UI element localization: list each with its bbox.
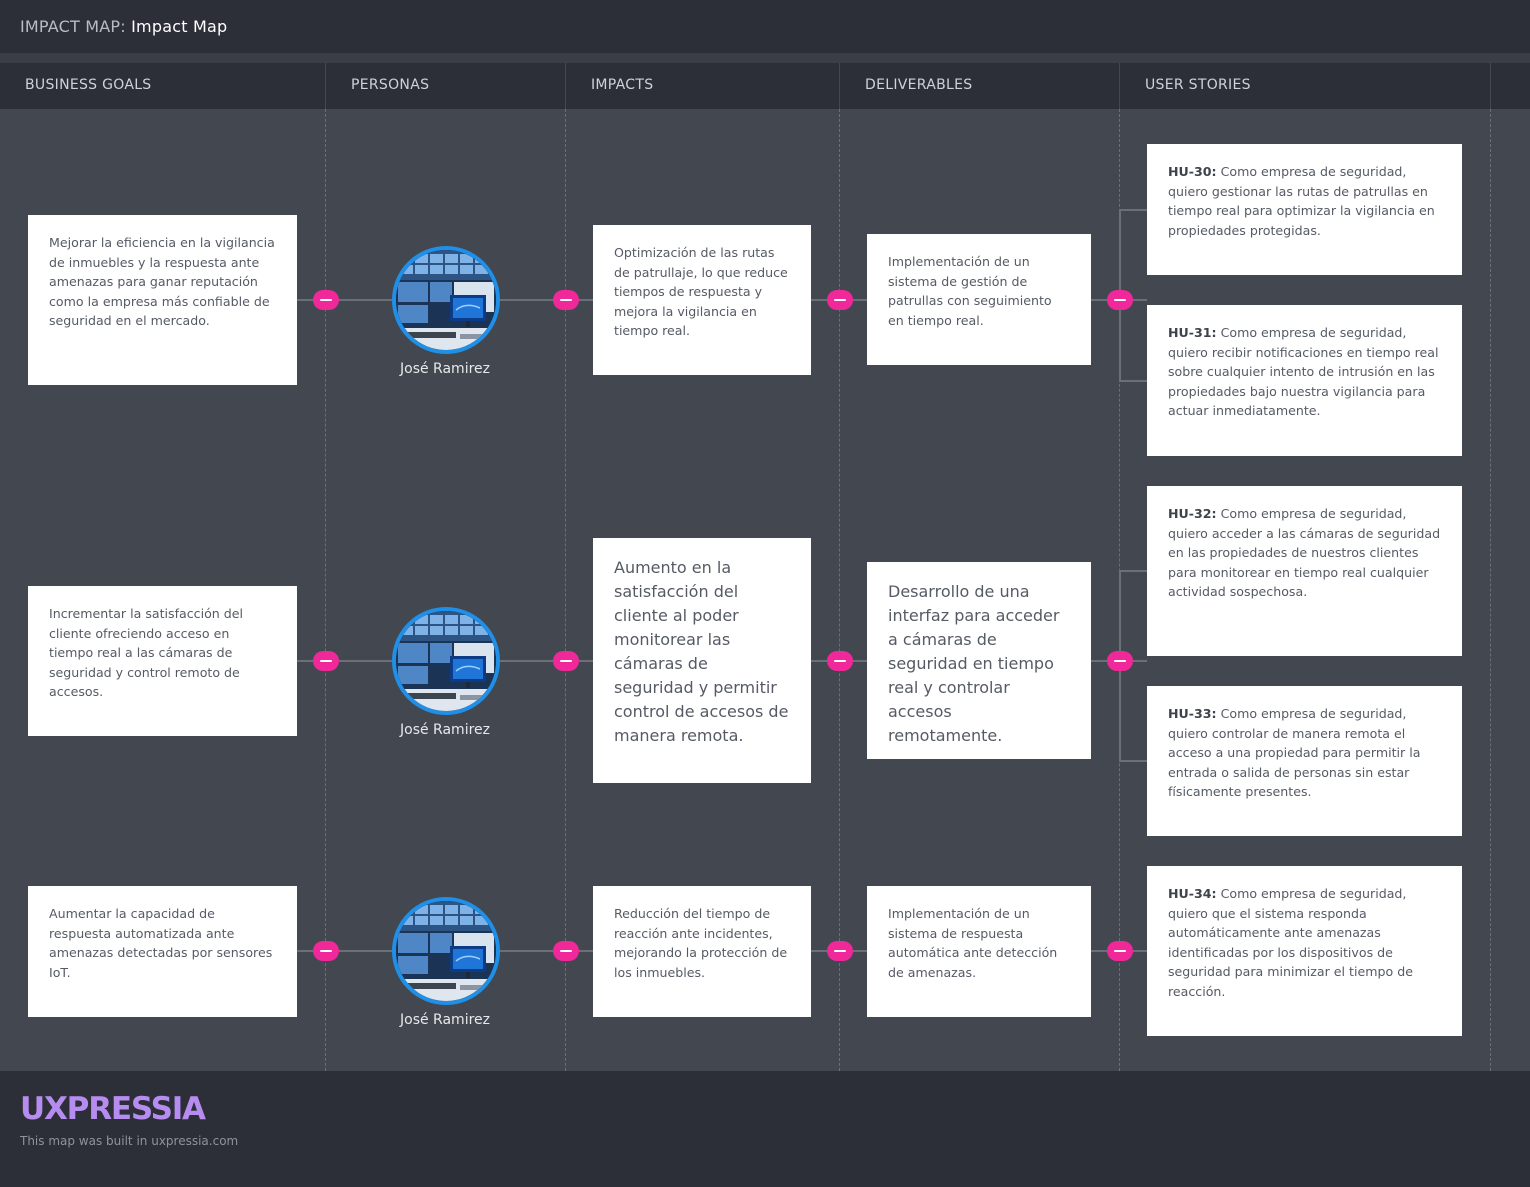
impact-card[interactable]: Optimización de las rutas de patrullaje,…: [593, 225, 811, 375]
collapse-minus-icon[interactable]: [553, 651, 579, 671]
connector-line: [1119, 760, 1147, 762]
collapse-minus-icon[interactable]: [553, 941, 579, 961]
persona-photo: [396, 611, 496, 711]
map-name[interactable]: Impact Map: [131, 17, 227, 36]
collapse-minus-icon[interactable]: [313, 941, 339, 961]
business-goal-card[interactable]: Aumentar la capacidad de respuesta autom…: [28, 886, 297, 1017]
collapse-minus-icon[interactable]: [827, 290, 853, 310]
user-story-card[interactable]: HU-31: Como empresa de seguridad, quiero…: [1147, 305, 1462, 456]
user-story-card[interactable]: HU-33: Como empresa de seguridad, quiero…: [1147, 686, 1462, 836]
deliverable-text: Implementación de un sistema de respuest…: [888, 906, 1058, 980]
connector-line: [297, 660, 392, 662]
column-divider: [1490, 109, 1491, 1071]
user-story-id: HU-31:: [1168, 325, 1217, 340]
user-story-text: Como empresa de seguridad, quiero que el…: [1168, 886, 1413, 999]
column-personas[interactable]: PERSONAS: [326, 63, 566, 109]
column-impacts[interactable]: IMPACTS: [566, 63, 840, 109]
persona-name[interactable]: José Ramirez: [365, 722, 525, 738]
user-story-id: HU-33:: [1168, 706, 1217, 721]
business-goal-card[interactable]: Incrementar la satisfacción del cliente …: [28, 586, 297, 736]
user-story-id: HU-34:: [1168, 886, 1217, 901]
user-story-card[interactable]: HU-32: Como empresa de seguridad, quiero…: [1147, 486, 1462, 656]
built-with-text: This map was built in uxpressia.com: [20, 1134, 239, 1148]
business-goal-text: Incrementar la satisfacción del cliente …: [49, 606, 244, 700]
persona-avatar[interactable]: [392, 607, 500, 715]
map-title-label: IMPACT MAP:: [20, 17, 126, 36]
connector-line: [297, 950, 392, 952]
column-divider: [839, 109, 840, 1071]
collapse-minus-icon[interactable]: [827, 651, 853, 671]
persona-name[interactable]: José Ramirez: [365, 361, 525, 377]
connector-line: [500, 660, 593, 662]
persona-avatar[interactable]: [392, 897, 500, 1005]
connector-line: [500, 299, 593, 301]
user-story-id: HU-32:: [1168, 506, 1217, 521]
connector-line: [297, 299, 392, 301]
user-story-card[interactable]: HU-34: Como empresa de seguridad, quiero…: [1147, 866, 1462, 1036]
column-user-stories[interactable]: USER STORIES: [1120, 63, 1491, 109]
user-story-card[interactable]: HU-30: Como empresa de seguridad, quiero…: [1147, 144, 1462, 275]
footer: UXPRESSIA This map was built in uxpressi…: [0, 1071, 1530, 1187]
deliverable-text: Implementación de un sistema de gestión …: [888, 254, 1052, 328]
collapse-minus-icon[interactable]: [1107, 941, 1133, 961]
impact-card[interactable]: Reducción del tiempo de reacción ante in…: [593, 886, 811, 1017]
impact-text: Aumento en la satisfacción del cliente a…: [614, 558, 789, 745]
uxpressia-logo[interactable]: UXPRESSIA: [20, 1091, 206, 1127]
collapse-minus-icon[interactable]: [827, 941, 853, 961]
map-title: IMPACT MAP: Impact Map: [20, 17, 227, 36]
collapse-minus-icon[interactable]: [1107, 290, 1133, 310]
impact-text: Reducción del tiempo de reacción ante in…: [614, 906, 788, 980]
business-goal-card[interactable]: Mejorar la eficiencia en la vigilancia d…: [28, 215, 297, 385]
top-bar: IMPACT MAP: Impact Map: [0, 0, 1530, 53]
impact-text: Optimización de las rutas de patrullaje,…: [614, 245, 788, 339]
collapse-minus-icon[interactable]: [1107, 651, 1133, 671]
deliverable-text: Desarrollo de una interfaz para acceder …: [888, 582, 1060, 745]
user-story-id: HU-30:: [1168, 164, 1217, 179]
collapse-minus-icon[interactable]: [313, 651, 339, 671]
connector-line: [500, 950, 593, 952]
impact-card[interactable]: Aumento en la satisfacción del cliente a…: [593, 538, 811, 783]
deliverable-card[interactable]: Implementación de un sistema de respuest…: [867, 886, 1091, 1017]
header-separator: [0, 53, 1530, 63]
business-goal-text: Aumentar la capacidad de respuesta autom…: [49, 906, 273, 980]
column-divider: [325, 109, 326, 1071]
connector-line: [1119, 570, 1147, 572]
connector-line: [1119, 208, 1147, 211]
column-headers: BUSINESS GOALS PERSONAS IMPACTS DELIVERA…: [0, 63, 1530, 109]
collapse-minus-icon[interactable]: [313, 290, 339, 310]
persona-avatar[interactable]: [392, 246, 500, 354]
deliverable-card[interactable]: Desarrollo de una interfaz para acceder …: [867, 562, 1091, 759]
persona-name[interactable]: José Ramirez: [365, 1012, 525, 1028]
persona-photo: [396, 901, 496, 1001]
column-business-goals[interactable]: BUSINESS GOALS: [0, 63, 326, 109]
column-deliverables[interactable]: DELIVERABLES: [840, 63, 1120, 109]
collapse-minus-icon[interactable]: [553, 290, 579, 310]
persona-photo: [396, 250, 496, 350]
deliverable-card[interactable]: Implementación de un sistema de gestión …: [867, 234, 1091, 365]
column-divider: [565, 109, 566, 1071]
business-goal-text: Mejorar la eficiencia en la vigilancia d…: [49, 235, 275, 329]
connector-line: [1119, 379, 1147, 382]
